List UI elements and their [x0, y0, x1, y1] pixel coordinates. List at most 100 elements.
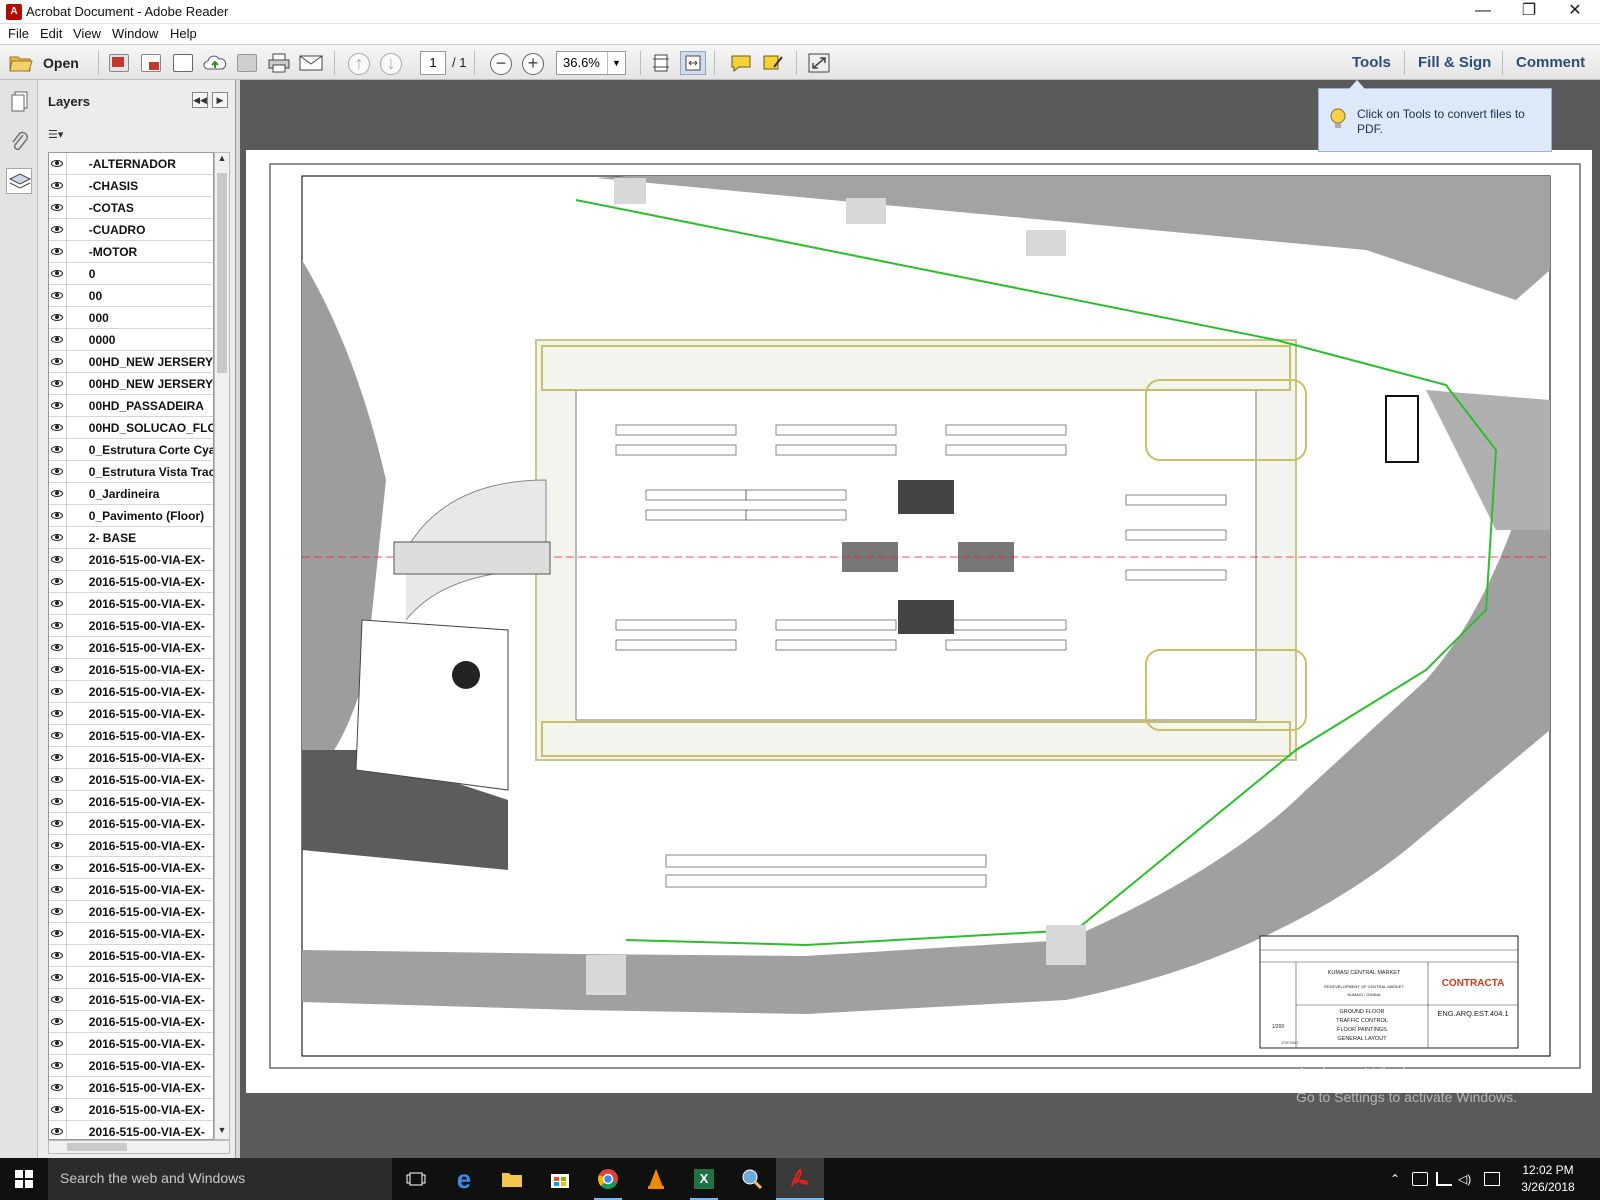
- highlight-pen-icon[interactable]: [760, 51, 786, 75]
- chevron-down-icon[interactable]: ▼: [607, 52, 625, 74]
- layer-row[interactable]: 2016-515-00-VIA-EX-: [49, 614, 213, 637]
- menu-help[interactable]: Help: [170, 26, 197, 41]
- layer-row[interactable]: 2016-515-00-VIA-EX-: [49, 1032, 213, 1055]
- layer-visibility-toggle[interactable]: [49, 438, 67, 461]
- next-page-icon[interactable]: ↓: [380, 53, 402, 75]
- layer-visibility-toggle[interactable]: [49, 526, 67, 549]
- zoom-in-icon[interactable]: +: [522, 53, 544, 75]
- zoom-select[interactable]: 36.6% ▼: [556, 51, 626, 75]
- layer-row[interactable]: 2016-515-00-VIA-EX-: [49, 592, 213, 615]
- vlc-icon[interactable]: [632, 1158, 680, 1200]
- scroll-down-icon[interactable]: ▼: [216, 1125, 228, 1139]
- layer-row[interactable]: 2016-515-00-VIA-EX-: [49, 1120, 213, 1139]
- layer-visibility-toggle[interactable]: [49, 988, 67, 1011]
- layer-visibility-toggle[interactable]: [49, 1076, 67, 1099]
- minimize-button[interactable]: —: [1460, 0, 1506, 24]
- edge-browser-icon[interactable]: e: [440, 1158, 488, 1200]
- layer-visibility-toggle[interactable]: [49, 790, 67, 813]
- taskbar-search-box[interactable]: Search the web and Windows: [48, 1158, 392, 1200]
- layer-row[interactable]: 2016-515-00-VIA-EX-: [49, 658, 213, 681]
- close-button[interactable]: ✕: [1552, 0, 1598, 24]
- search-magnifier-app-icon[interactable]: [728, 1158, 776, 1200]
- layer-visibility-toggle[interactable]: [49, 834, 67, 857]
- layer-visibility-toggle[interactable]: [49, 1120, 67, 1139]
- layer-row[interactable]: 0_Pavimento (Floor): [49, 504, 213, 527]
- layer-visibility-toggle[interactable]: [49, 1054, 67, 1077]
- layer-row[interactable]: 2016-515-00-VIA-EX-: [49, 746, 213, 769]
- layer-visibility-toggle[interactable]: [49, 614, 67, 637]
- layer-visibility-toggle[interactable]: [49, 922, 67, 945]
- layer-row[interactable]: 00HD_NEW JERSERY C: [49, 350, 213, 373]
- layer-visibility-toggle[interactable]: [49, 460, 67, 483]
- layers-icon[interactable]: [6, 168, 32, 194]
- layer-visibility-toggle[interactable]: [49, 218, 67, 241]
- layer-row[interactable]: -CHASIS: [49, 174, 213, 197]
- edit-pdf-icon[interactable]: [170, 51, 196, 75]
- layer-row[interactable]: 2016-515-00-VIA-EX-: [49, 768, 213, 791]
- open-button[interactable]: Open: [43, 55, 79, 71]
- layer-row[interactable]: 2016-515-00-VIA-EX-: [49, 790, 213, 813]
- upload-cloud-icon[interactable]: [202, 51, 228, 75]
- menu-edit[interactable]: Edit: [40, 26, 62, 41]
- collapse-panel-icon[interactable]: ◀◀: [192, 92, 208, 108]
- create-pdf-icon[interactable]: [106, 51, 132, 75]
- open-folder-icon[interactable]: [8, 51, 34, 75]
- layer-visibility-toggle[interactable]: [49, 1032, 67, 1055]
- layer-row[interactable]: -ALTERNADOR: [49, 153, 213, 175]
- tray-overflow-icon[interactable]: ⌃: [1390, 1172, 1406, 1186]
- layer-visibility-toggle[interactable]: [49, 196, 67, 219]
- layer-row[interactable]: 000: [49, 306, 213, 329]
- windows-start-icon[interactable]: [0, 1158, 48, 1200]
- layer-visibility-toggle[interactable]: [49, 394, 67, 417]
- layer-row[interactable]: 2016-515-00-VIA-EX-: [49, 944, 213, 967]
- convert-tip-tooltip[interactable]: Click on Tools to convert files to PDF.: [1318, 80, 1552, 152]
- layer-row[interactable]: 0_Estrutura Vista Trace: [49, 460, 213, 483]
- layer-visibility-toggle[interactable]: [49, 284, 67, 307]
- layer-visibility-toggle[interactable]: [49, 702, 67, 725]
- layer-visibility-toggle[interactable]: [49, 746, 67, 769]
- layer-row[interactable]: 2016-515-00-VIA-EX-: [49, 1098, 213, 1121]
- chrome-icon[interactable]: [584, 1158, 632, 1200]
- layer-visibility-toggle[interactable]: [49, 768, 67, 791]
- layer-visibility-toggle[interactable]: [49, 636, 67, 659]
- layer-options-icon[interactable]: ☰▾: [48, 128, 74, 144]
- store-icon[interactable]: [536, 1158, 584, 1200]
- layer-row[interactable]: 2016-515-00-VIA-EX-: [49, 1010, 213, 1033]
- task-view-icon[interactable]: [392, 1158, 440, 1200]
- taskbar-clock[interactable]: 12:02 PM 3/26/2018: [1516, 1162, 1580, 1196]
- horizontal-scrollbar-thumb[interactable]: [67, 1143, 127, 1151]
- layer-visibility-toggle[interactable]: [49, 372, 67, 395]
- layer-row[interactable]: 2016-515-00-VIA-EX-: [49, 1076, 213, 1099]
- previous-page-icon[interactable]: ↑: [348, 53, 370, 75]
- scroll-up-icon[interactable]: ▲: [216, 153, 228, 167]
- fit-width-icon[interactable]: [680, 51, 706, 75]
- layer-row[interactable]: 2016-515-00-VIA-EX-: [49, 922, 213, 945]
- layer-row[interactable]: 2016-515-00-VIA-EX-: [49, 966, 213, 989]
- layer-row[interactable]: -CUADRO: [49, 218, 213, 241]
- layer-visibility-toggle[interactable]: [49, 1098, 67, 1121]
- layer-visibility-toggle[interactable]: [49, 680, 67, 703]
- menu-view[interactable]: View: [73, 26, 101, 41]
- fit-page-icon[interactable]: [648, 51, 674, 75]
- layer-visibility-toggle[interactable]: [49, 966, 67, 989]
- layer-row[interactable]: 2- BASE: [49, 526, 213, 549]
- layer-visibility-toggle[interactable]: [49, 482, 67, 505]
- save-icon[interactable]: [234, 51, 260, 75]
- layer-visibility-toggle[interactable]: [49, 153, 67, 175]
- fill-sign-tab[interactable]: Fill & Sign: [1418, 54, 1491, 71]
- full-screen-icon[interactable]: [806, 51, 832, 75]
- layer-visibility-toggle[interactable]: [49, 724, 67, 747]
- file-explorer-icon[interactable]: [488, 1158, 536, 1200]
- layer-visibility-toggle[interactable]: [49, 900, 67, 923]
- layer-visibility-toggle[interactable]: [49, 856, 67, 879]
- layer-row[interactable]: 2016-515-00-VIA-EX-: [49, 1054, 213, 1077]
- excel-icon[interactable]: X: [680, 1158, 728, 1200]
- layer-list-scrollbar[interactable]: ▲ ▼: [214, 152, 230, 1140]
- layer-row[interactable]: 2016-515-00-VIA-EX-: [49, 636, 213, 659]
- layer-row[interactable]: 2016-515-00-VIA-EX-: [49, 812, 213, 835]
- layer-visibility-toggle[interactable]: [49, 1010, 67, 1033]
- layer-visibility-toggle[interactable]: [49, 240, 67, 263]
- layer-visibility-toggle[interactable]: [49, 504, 67, 527]
- battery-icon[interactable]: [1412, 1172, 1428, 1186]
- menu-file[interactable]: File: [8, 26, 29, 41]
